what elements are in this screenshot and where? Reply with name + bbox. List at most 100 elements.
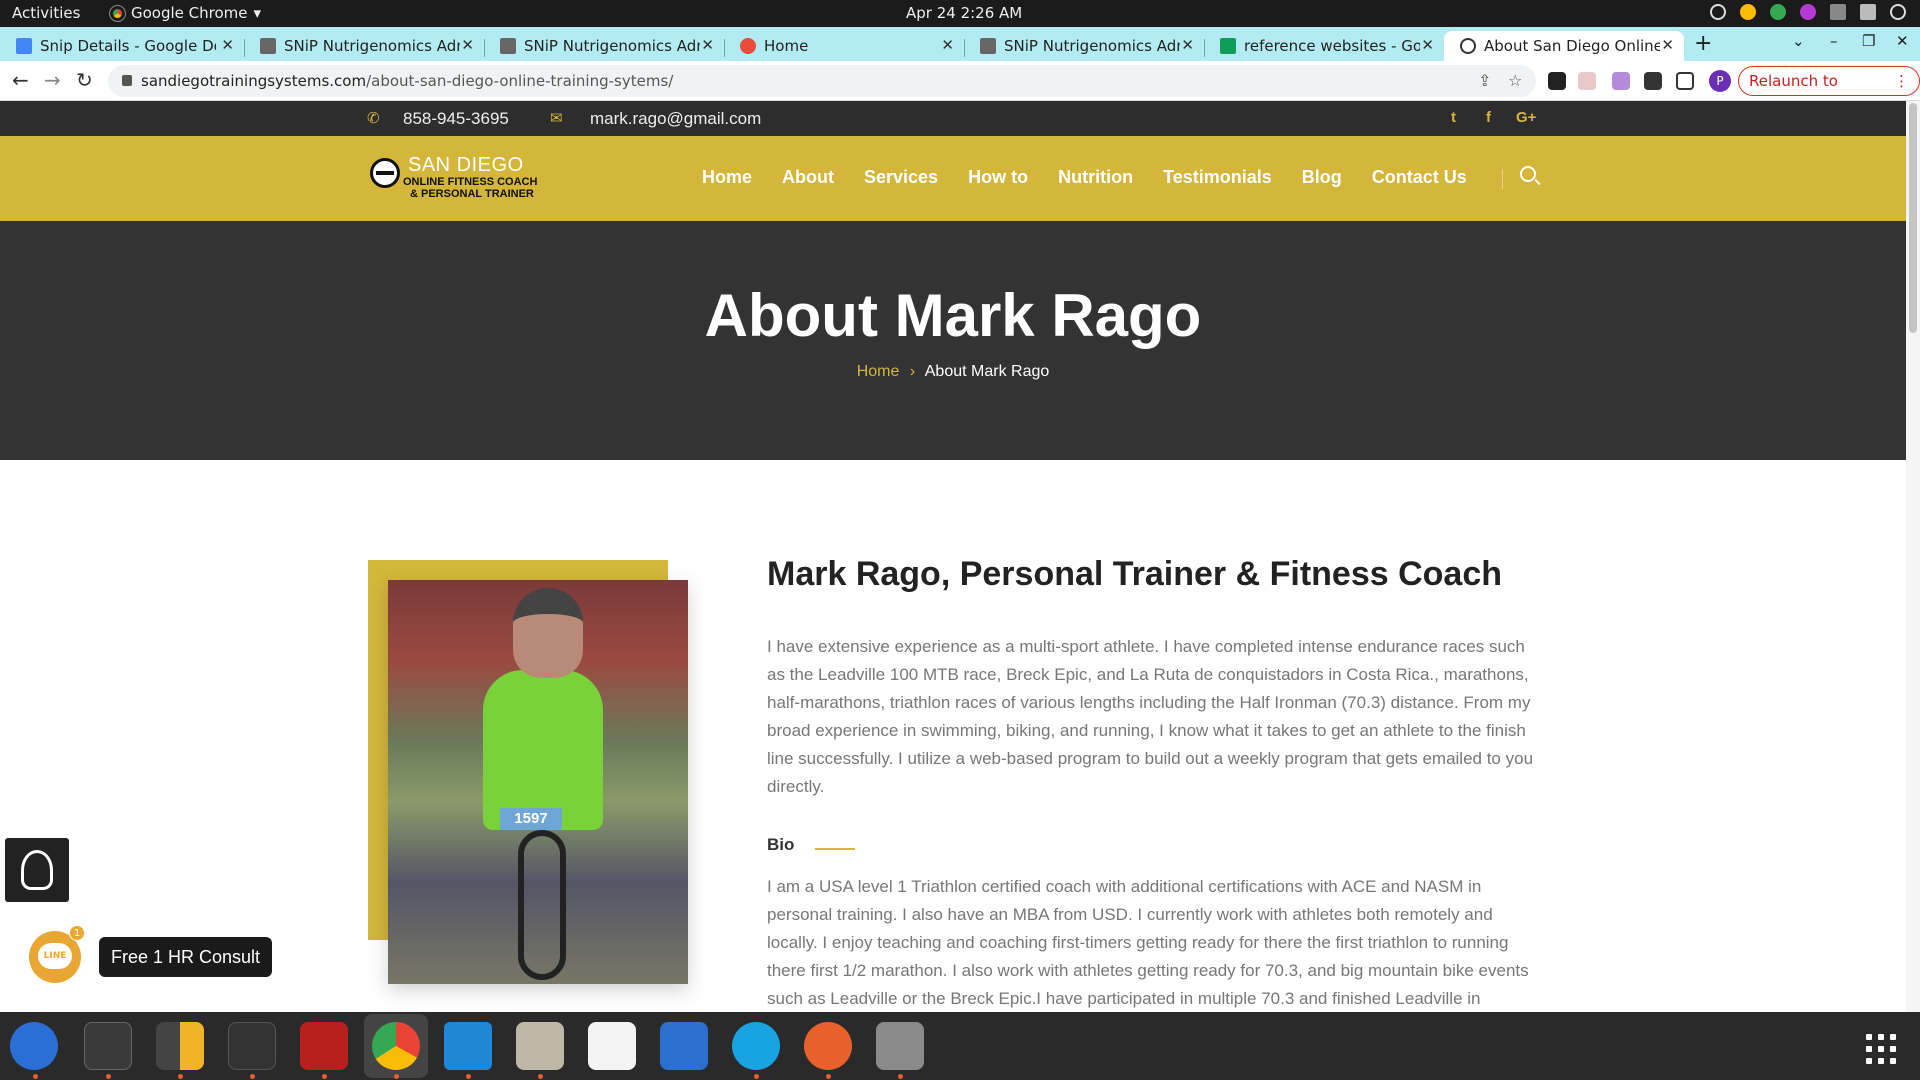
docs-icon: [16, 38, 32, 54]
forward-icon[interactable]: →: [44, 68, 61, 92]
phone-number[interactable]: 858-945-3695: [403, 109, 509, 129]
minimize-icon[interactable]: –: [1830, 32, 1838, 50]
activities-button[interactable]: Activities: [12, 4, 80, 22]
nav-divider: [1502, 169, 1503, 189]
nav-services[interactable]: Services: [864, 167, 938, 188]
close-icon[interactable]: ✕: [1661, 36, 1674, 54]
snip-icon: [500, 38, 516, 54]
vscode-icon[interactable]: [444, 1022, 492, 1070]
running-indicator: [466, 1074, 471, 1079]
caret-down-icon: ▾: [253, 4, 262, 22]
nav-home[interactable]: Home: [702, 167, 752, 188]
close-icon[interactable]: ✕: [461, 36, 474, 54]
intro-paragraph: I have extensive experience as a multi-s…: [767, 637, 1534, 796]
breadcrumb-home-link[interactable]: Home: [857, 363, 900, 380]
lock-icon[interactable]: [122, 75, 132, 86]
postman-icon[interactable]: [804, 1022, 852, 1070]
nav-blog[interactable]: Blog: [1302, 167, 1342, 188]
relaunch-button[interactable]: Relaunch to update⋮: [1738, 66, 1920, 118]
notification-badge: 1: [69, 925, 85, 941]
running-indicator: [826, 1074, 831, 1079]
puzzle-extensions-icon[interactable]: [1644, 72, 1662, 90]
skype-icon[interactable]: [732, 1022, 780, 1070]
disk-app-icon[interactable]: [876, 1022, 924, 1070]
share-icon[interactable]: ⇪: [1478, 71, 1491, 90]
email-link[interactable]: mark.rago@gmail.com: [590, 109, 761, 129]
grid-dot: [1878, 1058, 1884, 1064]
grid-dot: [1890, 1058, 1896, 1064]
files-icon[interactable]: [516, 1022, 564, 1070]
snip-icon: [980, 38, 996, 54]
terminal-icon[interactable]: [84, 1022, 132, 1070]
tab-1[interactable]: Snip Details - Google Docs ✕: [0, 31, 244, 61]
scrollbar-thumb[interactable]: [1909, 103, 1917, 333]
page-title: About Mark Rago: [704, 282, 1202, 349]
eyedropper-extension-icon[interactable]: [1548, 72, 1566, 90]
thunderbird-icon[interactable]: [10, 1022, 58, 1070]
volume-icon[interactable]: [1860, 4, 1876, 20]
tab-title: SNiP Nutrigenomics Admin: [284, 37, 460, 55]
text-editor-icon[interactable]: [588, 1022, 636, 1070]
nav-how-to[interactable]: How to: [968, 167, 1028, 188]
accessibility-button[interactable]: [5, 838, 69, 902]
close-icon[interactable]: ✕: [221, 36, 234, 54]
network-icon[interactable]: [1830, 4, 1846, 20]
bio-heading: Bio: [767, 835, 795, 854]
close-window-icon[interactable]: ✕: [1896, 32, 1909, 50]
running-indicator: [106, 1074, 111, 1079]
nav-nutrition[interactable]: Nutrition: [1058, 167, 1133, 188]
new-tab-button[interactable]: +: [1694, 31, 1712, 56]
close-icon[interactable]: ✕: [1181, 36, 1194, 54]
clock[interactable]: Apr 24 2:26 AM: [906, 4, 1022, 22]
address-bar[interactable]: sandiegotrainingsystems.com/about-san-di…: [108, 65, 1536, 97]
tab-2[interactable]: SNiP Nutrigenomics Admin ✕: [244, 31, 484, 61]
chrome-icon[interactable]: [372, 1022, 420, 1070]
tray-color-icon[interactable]: [1800, 4, 1816, 20]
tab-3[interactable]: SNiP Nutrigenomics Admin ✕: [484, 31, 724, 61]
url-text[interactable]: sandiegotrainingsystems.com/about-san-di…: [141, 72, 673, 90]
system-monitor-icon[interactable]: [228, 1022, 276, 1070]
bookmark-star-icon[interactable]: ☆: [1508, 71, 1522, 90]
mail-icon: ✉: [550, 110, 563, 127]
close-icon[interactable]: ✕: [941, 36, 954, 54]
close-icon[interactable]: ✕: [1421, 36, 1434, 54]
tray-check-icon[interactable]: [1770, 4, 1786, 20]
extension-icon[interactable]: [1578, 72, 1596, 90]
tray-app-icon[interactable]: [1710, 4, 1726, 20]
app-menu[interactable]: Google Chrome ▾: [109, 4, 262, 22]
site-logo[interactable]: SAN DIEGO ONLINE FITNESS COACH & PERSONA…: [370, 154, 545, 204]
tab-5[interactable]: SNiP Nutrigenomics Admin ✕: [964, 31, 1204, 61]
grid-dot: [1878, 1034, 1884, 1040]
show-apps-icon[interactable]: [1866, 1034, 1896, 1064]
tab-active[interactable]: About San Diego Online Training ✕: [1444, 31, 1684, 61]
tab-4[interactable]: Home ✕: [724, 31, 964, 61]
nav-contact-us[interactable]: Contact Us: [1372, 167, 1467, 188]
filezilla-icon[interactable]: [300, 1022, 348, 1070]
side-panel-icon[interactable]: [1676, 72, 1694, 90]
tab-search-icon[interactable]: ⌄: [1792, 32, 1805, 50]
tab-6[interactable]: reference websites - Google Sheets ✕: [1204, 31, 1444, 61]
twitter-icon[interactable]: t: [1451, 109, 1456, 126]
free-consult-button[interactable]: Free 1 HR Consult: [99, 937, 273, 977]
tab-title: Snip Details - Google Docs: [40, 37, 216, 55]
nav-about[interactable]: About: [782, 167, 834, 188]
close-icon[interactable]: ✕: [701, 36, 714, 54]
search-icon[interactable]: [1520, 166, 1536, 182]
calculator-icon[interactable]: [156, 1022, 204, 1070]
tray-chrome-icon[interactable]: [1740, 4, 1756, 20]
nav-testimonials[interactable]: Testimonials: [1163, 167, 1272, 188]
maximize-icon[interactable]: ❐: [1862, 32, 1875, 50]
pen-extension-icon[interactable]: [1612, 72, 1630, 90]
writer-icon[interactable]: [660, 1022, 708, 1070]
back-icon[interactable]: ←: [12, 68, 29, 92]
tab-title: About San Diego Online Training: [1484, 37, 1660, 55]
profile-avatar[interactable]: P: [1709, 70, 1731, 92]
facebook-icon[interactable]: f: [1486, 109, 1491, 126]
rider-helmet: [513, 588, 583, 678]
reload-icon[interactable]: ↻: [76, 68, 93, 92]
system-tray[interactable]: [1710, 4, 1906, 20]
site-favicon: [1460, 38, 1476, 54]
power-icon[interactable]: [1890, 4, 1906, 20]
google-plus-icon[interactable]: G+: [1516, 109, 1536, 126]
page-scrollbar[interactable]: [1906, 101, 1920, 1012]
